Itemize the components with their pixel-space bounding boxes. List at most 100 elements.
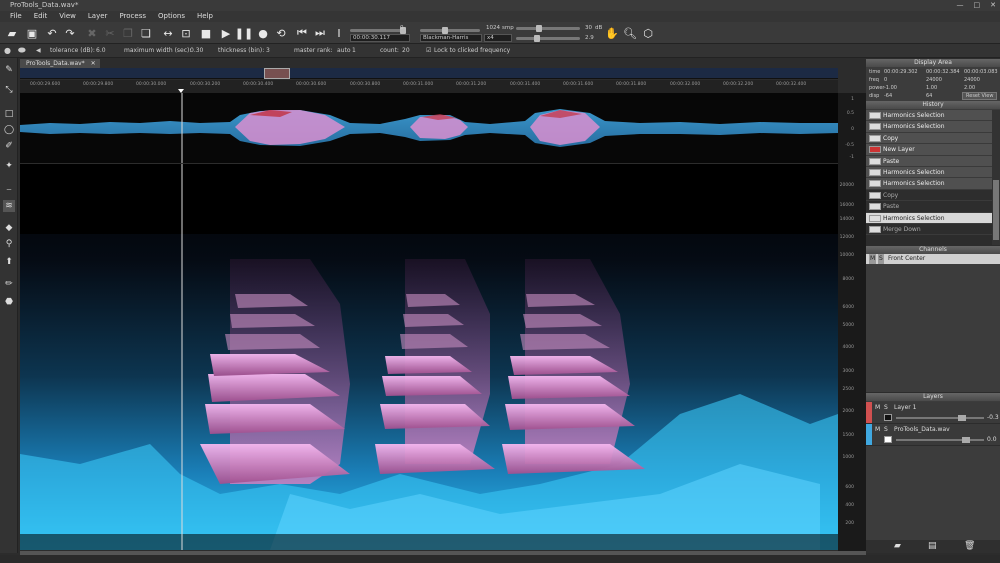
rect-select-icon[interactable]: □ [3, 108, 15, 120]
copy-icon[interactable]: ❐ [120, 25, 136, 41]
loop-icon[interactable]: ⟲ [273, 25, 289, 41]
spectrogram-view[interactable] [20, 164, 838, 550]
thickness-input[interactable]: 3 [266, 44, 270, 58]
maximize-button[interactable]: □ [974, 0, 981, 11]
history-item-selected[interactable]: Harmonics Selection [866, 212, 992, 224]
history-item[interactable]: New Layer [866, 144, 992, 156]
menu-edit[interactable]: Edit [28, 11, 54, 22]
menu-help[interactable]: Help [191, 11, 219, 22]
gamma-slider[interactable] [516, 35, 580, 42]
db-slider[interactable] [516, 25, 580, 32]
eyedropper-icon[interactable]: ✎ [3, 64, 15, 76]
record-icon[interactable]: ● [255, 25, 271, 41]
fft-slider[interactable] [420, 27, 480, 34]
layer-opacity-slider[interactable] [896, 437, 984, 443]
history-item[interactable]: Copy [866, 189, 992, 202]
close-button[interactable]: ✕ [990, 0, 996, 11]
da-value[interactable]: 24000 [964, 77, 980, 83]
time-select-icon[interactable]: ⎯ [3, 184, 15, 196]
brush-small-icon[interactable]: ● [4, 44, 11, 58]
menu-process[interactable]: Process [113, 11, 152, 22]
minimize-button[interactable]: — [957, 0, 964, 11]
history-item[interactable]: Paste [866, 201, 992, 213]
overview-viewport[interactable] [264, 68, 290, 79]
cube-icon[interactable]: ⬡ [640, 25, 656, 41]
cut-icon[interactable]: ✂ [102, 25, 118, 41]
menu-file[interactable]: File [4, 11, 28, 22]
clone-icon[interactable]: ⚲ [3, 238, 15, 250]
da-value[interactable]: 00:00:29.302 [884, 69, 918, 75]
stamp-icon[interactable]: ⬆ [3, 256, 15, 268]
layer-row[interactable]: M S Layer 1 -0.3 [866, 402, 1000, 423]
menu-view[interactable]: View [53, 11, 82, 22]
menu-layer[interactable]: Layer [82, 11, 114, 22]
channel-row[interactable]: M S Front Center [866, 254, 1000, 264]
lock-checkbox[interactable]: ☑ [426, 44, 431, 58]
waveform-view[interactable] [20, 93, 838, 163]
master-rank-number[interactable]: 1 [352, 44, 356, 58]
history-item[interactable]: Harmonics Selection [866, 166, 992, 179]
window-type-select[interactable]: Blackman-Harris [420, 34, 482, 42]
brush-large-icon[interactable]: ⬬ [18, 44, 26, 58]
magic-wand-icon[interactable]: ✦ [3, 160, 15, 172]
stretch-icon[interactable]: ↔ [160, 25, 176, 41]
save-icon[interactable]: ▣ [24, 25, 40, 41]
tab-close-icon[interactable]: ✕ [91, 60, 96, 67]
redo-icon[interactable]: ↷ [62, 25, 78, 41]
channel-mute-button[interactable]: M [869, 254, 877, 264]
da-value[interactable]: -64 [884, 93, 892, 99]
pause-icon[interactable]: ❚❚ [235, 25, 253, 41]
eraser-icon[interactable]: ◆ [3, 222, 15, 234]
forward-icon[interactable]: ⏭ [312, 25, 328, 41]
da-value[interactable]: 1.00 [926, 85, 937, 91]
da-value[interactable]: 0 [884, 77, 887, 83]
time-field[interactable]: 00:00:30.117 [350, 34, 410, 42]
overview-bar[interactable] [20, 68, 838, 79]
harmonics-select-icon[interactable]: ≋ [3, 200, 15, 212]
document-tab[interactable]: ProTools_Data.wav* ✕ [20, 59, 100, 68]
layer-solo-button[interactable]: S [884, 426, 888, 433]
layer-row[interactable]: M S ProTools_Data.wav 0.0 [866, 424, 1000, 445]
crop-icon[interactable]: ⊡ [178, 25, 194, 41]
da-value[interactable]: 2.00 [964, 85, 975, 91]
layer-mute-button[interactable]: M [875, 404, 880, 411]
lasso-icon[interactable]: ◯ [3, 124, 15, 136]
stop-icon[interactable]: ■ [198, 25, 214, 41]
cursor-icon[interactable]: I [331, 25, 347, 41]
layer-solo-button[interactable]: S [884, 404, 888, 411]
timeline-ruler[interactable]: 00:00:29.600 00:00:29.800 00:00:30.000 0… [20, 80, 838, 93]
brush-select-icon[interactable]: ✐ [3, 140, 15, 152]
da-value[interactable]: -1.00 [884, 85, 897, 91]
maxwidth-input[interactable]: 0.30 [190, 44, 203, 58]
da-value[interactable]: 64 [926, 93, 932, 99]
rewind-icon[interactable]: ⏮ [294, 25, 310, 41]
history-item[interactable]: Harmonics Selection [866, 110, 992, 122]
zoom-icon[interactable]: 🔍︎ [622, 25, 638, 41]
overlap-select[interactable]: x4 [484, 34, 512, 42]
da-value[interactable]: 00:00:32.384 [926, 69, 960, 75]
master-rank-select[interactable]: auto [337, 44, 351, 58]
count-input[interactable]: 20 [402, 44, 410, 58]
paste-icon[interactable]: ❏ [138, 25, 154, 41]
history-item[interactable]: Paste [866, 155, 992, 167]
new-layer-icon[interactable]: ▤ [928, 541, 937, 551]
play-icon[interactable]: ▶ [218, 25, 234, 41]
layer-mute-button[interactable]: M [875, 426, 880, 433]
history-item[interactable]: Harmonics Selection [866, 178, 992, 190]
hand-icon[interactable]: ✋ [604, 25, 620, 41]
open-icon[interactable]: ▰ [4, 25, 20, 41]
undo-icon[interactable]: ↶ [44, 25, 60, 41]
history-item[interactable]: Copy [866, 132, 992, 145]
tolerance-input[interactable]: 6.0 [96, 44, 106, 58]
history-item[interactable]: Harmonics Selection [866, 121, 992, 133]
delete-icon[interactable]: ✖ [84, 25, 100, 41]
reset-view-button[interactable]: Reset View [962, 92, 998, 100]
fill-icon[interactable]: ⬣ [3, 296, 15, 308]
trash-icon[interactable]: 🗑︎ [964, 541, 975, 551]
da-value[interactable]: 00:00:03.083 [964, 69, 998, 75]
channel-solo-button[interactable]: S [878, 254, 884, 264]
back-icon[interactable]: ◀ [36, 44, 41, 58]
pointer-icon[interactable]: ⤡ [3, 84, 15, 96]
history-item[interactable]: Merge Down [866, 223, 992, 236]
paintbrush-icon[interactable]: ✏ [3, 278, 15, 290]
